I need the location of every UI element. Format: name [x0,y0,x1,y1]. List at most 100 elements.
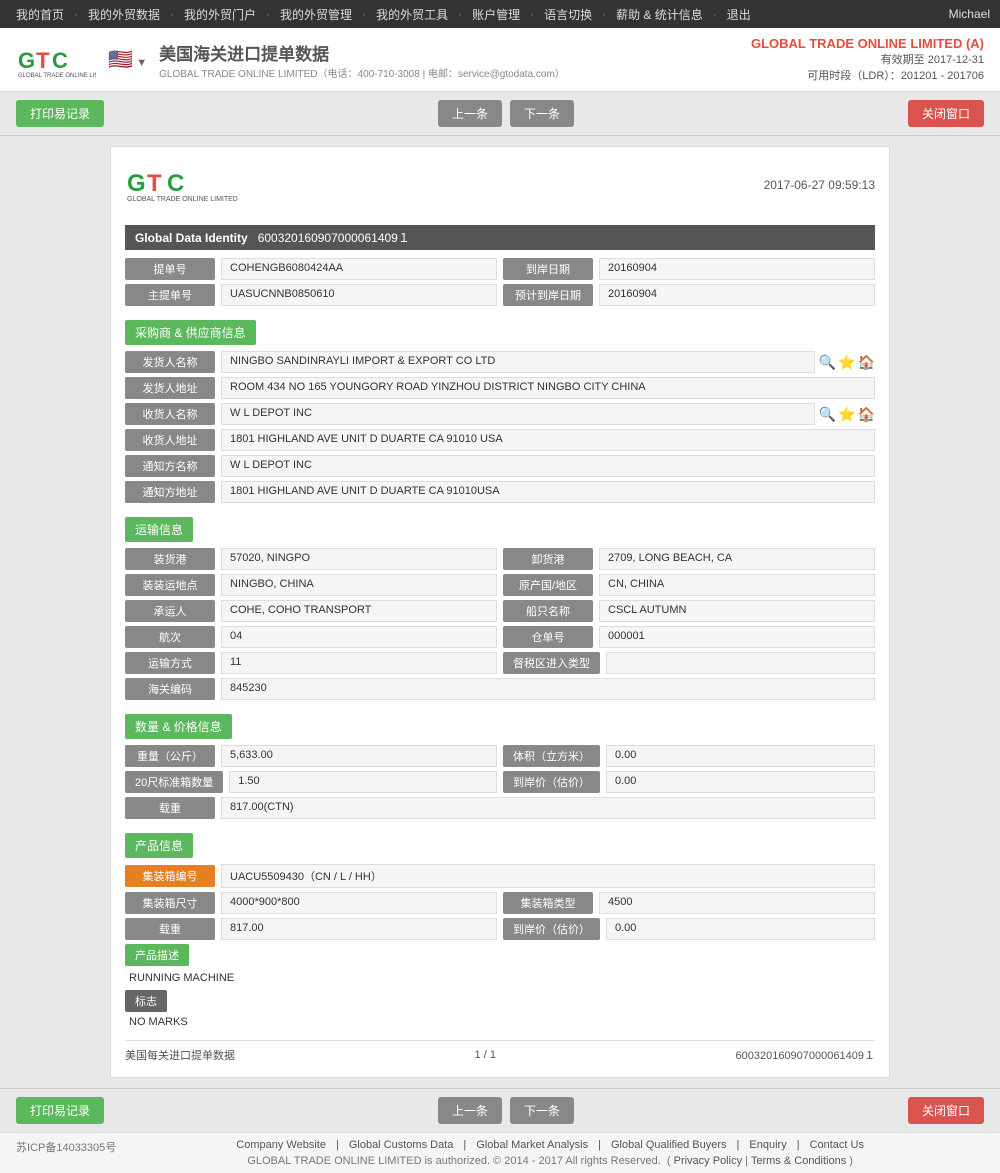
footer-link-customs[interactable]: Global Customs Data [349,1139,454,1151]
warehouse-no-value: 000001 [599,626,875,648]
page-header: G T C GLOBAL TRADE ONLINE LIMITED 🇺🇸 ▼ 美… [0,28,1000,92]
product-desc-value: RUNNING MACHINE [125,970,875,986]
customs-code-row: 海关编码 845230 [125,678,875,700]
container-type-label: 集装箱类型 [503,892,593,914]
sender-addr-row: 发货人地址 ROOM 434 NO 165 YOUNGORY ROAD YINZ… [125,377,875,399]
notify-addr-label: 通知方地址 [125,481,215,503]
footer-link-company[interactable]: Company Website [236,1139,326,1151]
receiver-search-icon[interactable]: 🔍 [819,406,836,423]
loading-port-value: 57020, NINGPO [221,548,497,570]
receiver-name-label: 收货人名称 [125,403,215,425]
carrier-value: COHE, COHO TRANSPORT [221,600,497,622]
footer-center-area: Company Website | Global Customs Data | … [116,1139,984,1167]
nav-home[interactable]: 我的首页 [10,6,70,23]
transport-mode-field: 运输方式 11 [125,652,497,674]
svg-text:T: T [36,48,50,73]
loading-port-row: 装货港 57020, NINGPO 卸货港 2709, LONG BEACH, … [125,548,875,570]
notify-addr-value: 1801 HIGHLAND AVE UNIT D DUARTE CA 91010… [221,481,875,503]
receiver-icons: 🔍 ⭐ 🏠 [815,406,875,423]
gtc-logo-svg: G T C GLOBAL TRADE ONLINE LIMITED [16,40,96,80]
sender-search-icon[interactable]: 🔍 [819,354,836,371]
receiver-home-icon[interactable]: 🏠 [858,406,875,423]
footer-link-buyers[interactable]: Global Qualified Buyers [611,1139,727,1151]
sender-star-icon[interactable]: ⭐ [838,354,855,371]
container-size-label: 集装箱尺寸 [125,892,215,914]
footer-link-market[interactable]: Global Market Analysis [476,1139,588,1151]
next-button-top[interactable]: 下一条 [510,100,574,127]
footer-link-enquiry[interactable]: Enquiry [749,1139,786,1151]
product-desc-label: 产品描述 [125,944,189,966]
identity-bar: Global Data Identity 6003201609070000614… [125,225,875,250]
close-button-top[interactable]: 关闭窗口 [908,100,984,127]
footer-privacy-link[interactable]: Privacy Policy [674,1155,742,1167]
print-button-top[interactable]: 打印易记录 [16,100,104,127]
time-range-info: 可用时段（LDR）：201201 - 201706 [751,67,984,83]
top-toolbar: 打印易记录 上一条 下一条 关闭窗口 [0,92,1000,136]
svg-text:C: C [167,170,184,197]
footer-inner: 苏ICP备14033305号 Company Website | Global … [16,1139,984,1167]
next-button-bottom[interactable]: 下一条 [510,1097,574,1124]
bill-no-label: 提单号 [125,258,215,280]
prev-button-bottom[interactable]: 上一条 [438,1097,502,1124]
receiver-addr-row: 收货人地址 1801 HIGHLAND AVE UNIT D DUARTE CA… [125,429,875,451]
trade-zone-field: 督税区进入类型 [503,652,875,674]
transport-mode-value: 11 [221,652,497,674]
buyer-supplier-section-header: 采购商 & 供应商信息 [125,310,875,351]
container20-row: 20尺标准箱数量 1.50 到岸价（估价） 0.00 [125,771,875,793]
carrier-row: 承运人 COHE, COHO TRANSPORT 船只名称 CSCL AUTUM… [125,600,875,622]
nav-manage[interactable]: 我的外贸管理 [274,6,358,23]
marks-label: 标志 [125,990,167,1012]
loading-place-row: 装装运地点 NINGBO, CHINA 原产国/地区 CN, CHINA [125,574,875,596]
prev-button-top[interactable]: 上一条 [438,100,502,127]
sender-addr-value: ROOM 434 NO 165 YOUNGORY ROAD YINZHOU DI… [221,377,875,399]
weight-label: 重量（公斤） [125,745,215,767]
nav-logout[interactable]: 退出 [721,6,757,23]
notify-name-row: 通知方名称 W L DEPOT INC [125,455,875,477]
header-left: G T C GLOBAL TRADE ONLINE LIMITED 🇺🇸 ▼ 美… [16,40,565,80]
nav-stats[interactable]: 薪助 & 统计信息 [610,6,709,23]
close-button-bottom[interactable]: 关闭窗口 [908,1097,984,1124]
receiver-star-icon[interactable]: ⭐ [838,406,855,423]
transport-mode-label: 运输方式 [125,652,215,674]
page-footer: 苏ICP备14033305号 Company Website | Global … [0,1132,1000,1173]
nav-account[interactable]: 账户管理 [466,6,526,23]
origin-country-value: CN, CHINA [599,574,875,596]
footer-terms-link[interactable]: Terms & Conditions [751,1155,846,1167]
vessel-name-value: CSCL AUTUMN [599,600,875,622]
record-logo-svg: G T C GLOBAL TRADE ONLINE LIMITED [125,161,245,206]
user-name: Michael [949,7,990,21]
sender-icons: 🔍 ⭐ 🏠 [815,354,875,371]
loading-place-field: 装装运地点 NINGBO, CHINA [125,574,497,596]
header-right: GLOBAL TRADE ONLINE LIMITED (A) 有效期至 201… [751,36,984,83]
top-navigation: 我的首页 · 我的外贸数据 · 我的外贸门户 · 我的外贸管理 · 我的外贸工具… [0,0,1000,28]
footer-copyright: GLOBAL TRADE ONLINE LIMITED is authorize… [116,1155,984,1167]
footer-left: 美国每关进口提单数据 [125,1047,235,1063]
nav-language[interactable]: 语言切换 [538,6,598,23]
expire-info: 有效期至 2017-12-31 [751,51,984,67]
origin-country-label: 原产国/地区 [503,574,593,596]
footer-right: 600320160907000061409１ [736,1047,875,1063]
transport-title: 运输信息 [125,517,193,542]
sender-name-label: 发货人名称 [125,351,215,373]
sender-home-icon[interactable]: 🏠 [858,354,875,371]
footer-link-contact[interactable]: Contact Us [810,1139,864,1151]
identity-label: Global Data Identity [135,231,248,245]
arrival-date-label: 到岸日期 [503,258,593,280]
customs-code-value: 845230 [221,678,875,700]
carrier-label: 承运人 [125,600,215,622]
arrival-price-value: 0.00 [606,771,875,793]
nav-portal[interactable]: 我的外贸门户 [178,6,262,23]
trade-zone-label: 督税区进入类型 [503,652,600,674]
page-title-area: 美国海关进口提单数据 GLOBAL TRADE ONLINE LIMITED（电… [159,40,565,80]
record-logo: G T C GLOBAL TRADE ONLINE LIMITED [125,161,245,209]
vessel-name-label: 船只名称 [503,600,593,622]
container-type-field: 集装箱类型 4500 [503,892,875,914]
bill-no-field: 提单号 COHENGB6080424AA [125,258,497,280]
carrier-field: 承运人 COHE, COHO TRANSPORT [125,600,497,622]
arrival-date-value: 20160904 [599,258,875,280]
nav-data[interactable]: 我的外贸数据 [82,6,166,23]
print-button-bottom[interactable]: 打印易记录 [16,1097,104,1124]
nav-tools[interactable]: 我的外贸工具 [370,6,454,23]
receiver-name-row: 收货人名称 W L DEPOT INC 🔍 ⭐ 🏠 [125,403,875,425]
volume-label: 体积（立方米） [503,745,600,767]
